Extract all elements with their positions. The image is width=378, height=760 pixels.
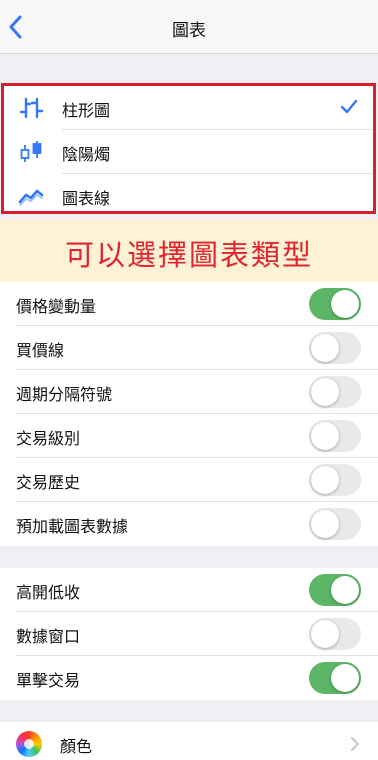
bar-chart-icon	[19, 97, 44, 119]
toggle-knob	[311, 334, 339, 362]
toggle-knob	[311, 510, 339, 538]
toggle-knob	[311, 422, 339, 450]
chart-type-label: 柱形圖	[62, 101, 111, 120]
setting-row-ohlc: 高開低收	[0, 568, 378, 612]
line-chart-icon	[18, 189, 44, 206]
chevron-right-icon	[351, 737, 359, 751]
color-setting-label: 顏色	[60, 737, 93, 756]
toggle-switch[interactable]	[309, 662, 361, 694]
chart-type-line[interactable]: 圖表線	[4, 174, 373, 218]
setting-row-trade-history: 交易歷史	[0, 458, 378, 502]
setting-row-trade-levels: 交易級別	[0, 414, 378, 458]
setting-label: 週期分隔符號	[16, 385, 113, 404]
setting-label: 交易級別	[16, 429, 81, 448]
toggle-switch[interactable]	[309, 574, 361, 606]
setting-label: 高開低收	[16, 583, 81, 602]
color-wheel-icon	[16, 731, 42, 757]
setting-row-data-window: 數據窗口	[0, 612, 378, 656]
toggle-switch[interactable]	[309, 618, 361, 650]
setting-label: 價格變動量	[16, 297, 97, 316]
chart-type-candlestick[interactable]: 陰陽燭	[4, 130, 373, 174]
toggle-switch[interactable]	[309, 376, 361, 408]
toggle-switch[interactable]	[309, 464, 361, 496]
settings-group-trading: 高開低收 數據窗口 單擊交易	[0, 568, 378, 700]
toggle-switch[interactable]	[309, 288, 361, 320]
color-setting-row[interactable]: 顏色	[0, 722, 378, 760]
chart-type-bar[interactable]: 柱形圖	[4, 86, 373, 130]
setting-row-preload-data: 預加載圖表數據	[0, 502, 378, 546]
page-title: 圖表	[172, 21, 206, 41]
toggle-switch[interactable]	[309, 420, 361, 452]
setting-label: 預加載圖表數據	[16, 517, 129, 536]
setting-label: 單擊交易	[16, 671, 81, 690]
navigation-bar: 圖表	[0, 0, 378, 54]
setting-label: 買價線	[16, 341, 65, 360]
chart-type-label: 圖表線	[62, 189, 111, 208]
setting-label: 數據窗口	[16, 627, 81, 646]
checkmark-icon	[340, 99, 358, 114]
chart-type-label: 陰陽燭	[62, 145, 111, 164]
toggle-knob	[331, 664, 359, 692]
setting-label: 交易歷史	[16, 473, 81, 492]
toggle-knob	[311, 466, 339, 494]
settings-group-display: 價格變動量 買價線 週期分隔符號 交易級別 交易歷史 預加載圖表數據	[0, 282, 378, 546]
setting-row-price-change: 價格變動量	[0, 282, 378, 326]
chart-type-list: 柱形圖 陰陽燭 圖表線	[1, 83, 376, 214]
annotation-banner: 可以選擇圖表類型	[0, 220, 378, 282]
toggle-knob	[311, 620, 339, 648]
setting-row-one-click-trading: 單擊交易	[0, 656, 378, 700]
toggle-knob	[331, 576, 359, 604]
toggle-switch[interactable]	[309, 332, 361, 364]
setting-row-bid-line: 買價線	[0, 326, 378, 370]
toggle-knob	[311, 378, 339, 406]
candlestick-icon	[20, 141, 42, 162]
setting-row-period-separator: 週期分隔符號	[0, 370, 378, 414]
annotation-text: 可以選擇圖表類型	[64, 238, 313, 272]
toggle-switch[interactable]	[309, 508, 361, 540]
toggle-knob	[331, 290, 359, 318]
